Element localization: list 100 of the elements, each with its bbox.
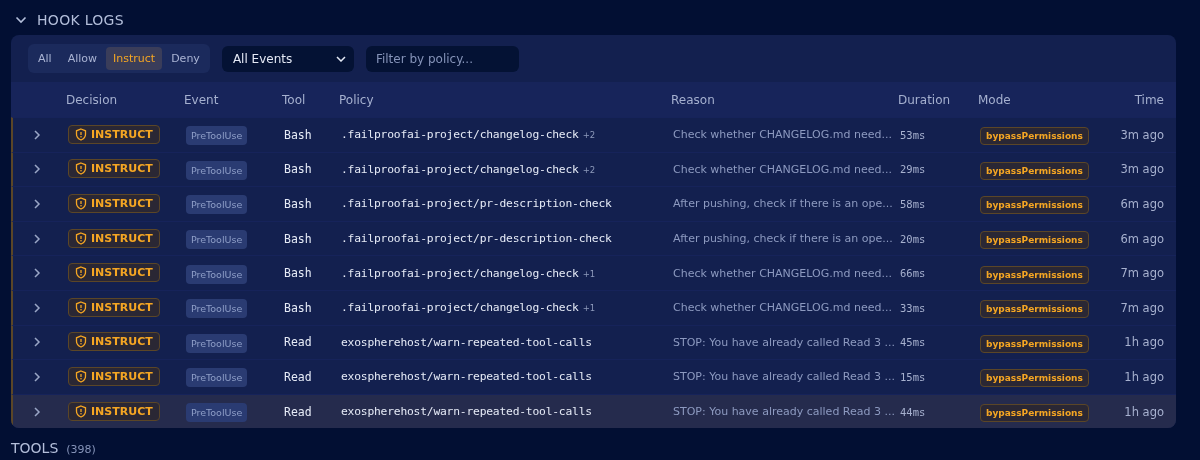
event-tag: PreToolUse [186,299,248,319]
time-text: 3m ago [1120,162,1164,177]
event-tag: PreToolUse [186,126,248,146]
mode-tag: bypassPermissions [980,265,1089,284]
decision-badge: INSTRUCT [68,366,160,386]
log-row[interactable]: INSTRUCT PreToolUse Bash .failproofai-project/changelog-check +2 Check whether CHANGELOG.md need... 53ms bypassPermissions 3m ago [11,117,1176,152]
reason-text: STOP: You have already called Read 3 ... [673,370,896,384]
duration-text: 20ms [900,232,927,245]
tool-name: Bash [284,231,313,246]
log-row[interactable]: INSTRUCT PreToolUse Read exospherehost/warn-repeated-tool-calls STOP: You have already called Read 3 ... 45ms bypassPermissions 1h ago [11,324,1176,360]
log-row[interactable]: INSTRUCT PreToolUse Bash .failproofai-project/changelog-check +2 Check whether CHANGELOG.md need... 29ms bypassPermissions 3m ago [11,151,1176,187]
decision-badge: INSTRUCT [68,124,160,144]
duration-text: 45ms [900,336,927,349]
chevron-down-icon[interactable] [15,16,27,24]
chevron-right-icon[interactable] [33,405,41,418]
policy-name: .failproofai-project/changelog-check [341,128,579,142]
column-header: Time [1134,92,1164,107]
filter-tab[interactable]: Instruct [106,47,163,70]
log-row[interactable]: INSTRUCT PreToolUse Bash .failproofai-project/changelog-check +1 Check whether CHANGELOG.md need... 66ms bypassPermissions 7m ago [11,255,1176,290]
time-text: 7m ago [1120,300,1164,315]
section-title: HOOK LOGS [37,12,124,28]
mode-tag: bypassPermissions [980,369,1089,388]
section-title: TOOLS [11,440,59,457]
time-text: 6m ago [1120,197,1164,211]
mode-tag: bypassPermissions [980,404,1089,423]
event-tag: PreToolUse [186,264,248,284]
policy-count: +2 [582,130,596,141]
policy-name: .failproofai-project/changelog-check [341,162,579,176]
decision-badge: INSTRUCT [68,194,160,213]
event-tag: PreToolUse [186,368,248,388]
policy-name: .failproofai-project/changelog-check [341,301,579,315]
caret-icon [335,55,346,62]
duration-text: 66ms [900,267,927,280]
decision-badge: INSTRUCT [68,159,160,179]
duration-text: 53ms [900,128,927,141]
tool-name: Bash [284,127,313,142]
mode-tag: bypassPermissions [980,334,1089,353]
event-tag: PreToolUse [186,333,248,353]
chevron-right-icon[interactable] [33,336,41,349]
policy-name: .failproofai-project/changelog-check [341,266,579,280]
reason-text: Check whether CHANGELOG.md need... [673,162,893,176]
chevron-right-icon[interactable] [33,267,41,280]
filter-tab[interactable]: Deny [164,47,207,70]
chevron-right-icon[interactable] [33,128,41,141]
chevron-right-icon[interactable] [33,198,41,210]
policy-name: .failproofai-project/pr-description-check [341,232,612,246]
duration-text: 15ms [900,370,927,383]
shield-icon [75,335,87,349]
event-dropdown[interactable]: All Events [221,45,354,72]
duration-text: 44ms [900,405,927,418]
tool-name: Read [284,369,313,384]
event-tag: PreToolUse [186,230,248,250]
decision-badge: INSTRUCT [68,263,160,283]
log-row[interactable]: INSTRUCT PreToolUse Bash .failproofai-project/pr-description-check After pushing, check if there is an ope... 58ms bypassPermissions 6m ago [11,186,1176,221]
filter-tab[interactable]: Allow [60,47,104,70]
column-header: Reason [671,92,716,107]
chevron-right-icon[interactable] [33,370,41,383]
column-header: Mode [978,92,1012,107]
mode-tag: bypassPermissions [980,196,1089,215]
decision-badge: INSTRUCT [68,332,160,352]
time-text: 7m ago [1120,266,1164,281]
policy-count: +2 [582,164,596,175]
shield-icon [75,266,87,280]
policy-count: +1 [582,268,596,279]
log-row[interactable]: INSTRUCT PreToolUse Read exospherehost/warn-repeated-tool-calls STOP: You have already called Read 3 ... 44ms bypassPermissions 1h ago [11,393,1176,429]
tool-name: Bash [284,266,313,281]
policy-name: exospherehost/warn-repeated-tool-calls [341,405,592,419]
column-header: Event [184,92,220,107]
column-header: Decision [66,92,119,107]
filter-tab[interactable]: All [31,47,59,70]
policy-search-field[interactable]: Filter by policy... [365,45,519,72]
chevron-right-icon[interactable] [33,301,41,314]
mode-tag: bypassPermissions [980,300,1089,319]
decision-badge: INSTRUCT [68,401,160,421]
mode-tag: bypassPermissions [980,127,1089,146]
time-text: 1h ago [1124,404,1164,419]
reason-text: Check whether CHANGELOG.md need... [673,128,893,142]
decision-badge: INSTRUCT [68,228,160,248]
chevron-right-icon[interactable] [33,232,41,245]
shield-icon [75,300,87,314]
shield-icon [75,197,87,210]
event-tag: PreToolUse [186,403,248,423]
event-tag: PreToolUse [186,160,248,180]
reason-text: After pushing, check if there is an ope... [673,232,894,246]
duration-text: 29ms [900,163,927,176]
shield-icon [75,369,87,383]
shield-icon [75,127,87,141]
chevron-right-icon[interactable] [33,163,41,176]
tool-name: Bash [284,300,313,315]
time-text: 6m ago [1120,231,1164,246]
tool-count: (398) [66,443,96,457]
shield-icon [75,231,87,245]
policy-name: .failproofai-project/pr-description-check [341,197,612,211]
log-row[interactable]: INSTRUCT PreToolUse Bash .failproofai-project/changelog-check +1 Check whether CHANGELOG.md need... 33ms bypassPermissions 7m ago [11,289,1176,325]
reason-text: Check whether CHANGELOG.md need... [673,301,893,315]
duration-text: 33ms [900,301,927,314]
tool-name: Bash [284,162,313,177]
column-header: Duration [898,92,952,107]
mode-tag: bypassPermissions [980,231,1089,250]
log-row[interactable]: INSTRUCT PreToolUse Bash .failproofai-project/pr-description-check After pushing, check if there is an ope... 20ms bypassPermissions 6m ago [11,220,1176,256]
